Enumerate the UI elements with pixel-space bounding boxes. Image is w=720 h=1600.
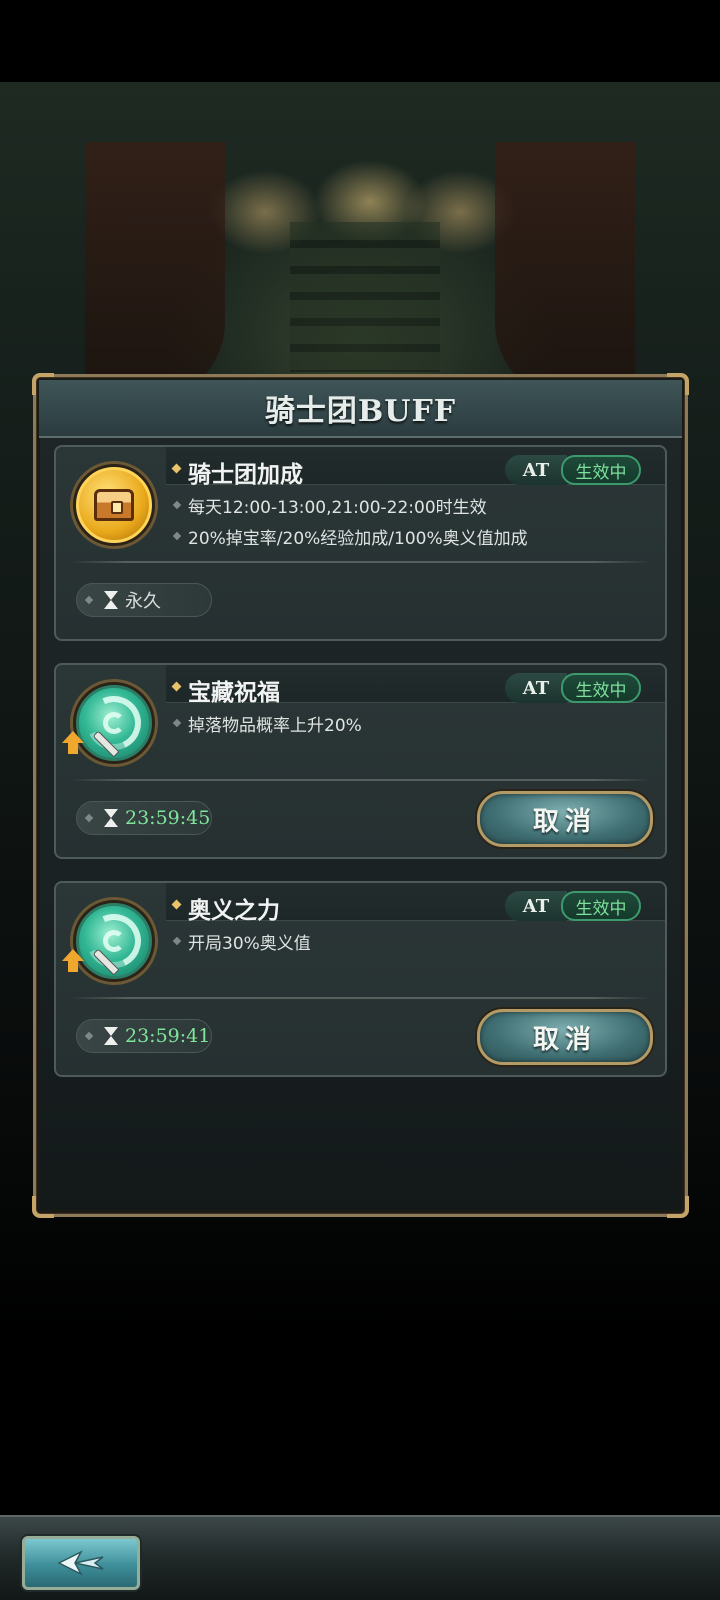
bullet-icon — [84, 595, 94, 605]
status-badge: AT 生效中 — [505, 455, 643, 485]
dialog-header: 骑士团BUFF — [39, 380, 682, 438]
at-tag: AT — [505, 673, 567, 703]
bullet-icon — [84, 813, 94, 823]
hourglass-icon — [104, 809, 118, 827]
at-tag: AT — [505, 891, 567, 921]
countdown-text: 23:59:45 — [125, 807, 211, 829]
countdown-text: 23:59:41 — [125, 1025, 211, 1047]
bullet-icon — [172, 718, 182, 728]
bullet-icon — [84, 1031, 94, 1041]
buff-card-knight-bonus: 骑士团加成 AT 生效中 每天12:00-13:00,21:00-22:00时生… — [54, 445, 667, 641]
buff-name: 宝藏祝福 — [188, 680, 280, 706]
cancel-button[interactable]: 取消 — [477, 791, 653, 847]
buff-description: 开局30%奥义值 — [188, 934, 311, 954]
countdown-pill: 23:59:41 — [76, 1019, 212, 1053]
buff-description: 掉落物品概率上升20% — [188, 716, 362, 736]
buff-card-ultimate-power: 奥义之力 AT 生效中 开局30%奥义值 23:59:41 取消 — [54, 881, 667, 1077]
duration-text: 永久 — [125, 591, 161, 612]
bookshelf — [290, 222, 440, 372]
divider — [70, 779, 651, 781]
buff-description: 每天12:00-13:00,21:00-22:00时生效 — [188, 498, 487, 518]
dialog-title: 骑士团BUFF — [264, 394, 457, 429]
knight-buff-dialog: 骑士团BUFF 骑士团加成 AT 生效中 每天12:00-13:00,21:00… — [32, 373, 689, 1218]
buff-description: 20%掉宝率/20%经验加成/100%奥义值加成 — [188, 529, 528, 549]
active-status: 生效中 — [561, 673, 641, 703]
divider — [70, 997, 651, 999]
divider — [70, 561, 651, 563]
active-status: 生效中 — [561, 891, 641, 921]
curtain-right — [495, 142, 635, 402]
at-tag: AT — [505, 455, 567, 485]
frame-corner — [32, 1196, 54, 1218]
cancel-button[interactable]: 取消 — [477, 1009, 653, 1065]
status-badge: AT 生效中 — [505, 673, 643, 703]
buff-name: 骑士团加成 — [188, 462, 303, 488]
bullet-icon — [172, 936, 182, 946]
bottom-bar — [0, 1515, 720, 1600]
frame-corner — [667, 1196, 689, 1218]
back-button[interactable] — [22, 1536, 140, 1590]
bullet-icon — [172, 500, 182, 510]
back-arrow-icon — [57, 1550, 104, 1576]
buff-name: 奥义之力 — [188, 898, 280, 924]
curtain-left — [85, 142, 225, 402]
bullet-icon — [172, 531, 182, 541]
buff-card-treasure-blessing: 宝藏祝福 AT 生效中 掉落物品概率上升20% 23:59:45 取消 — [54, 663, 667, 859]
treasure-chest-icon — [76, 467, 152, 543]
duration-pill: 永久 — [76, 583, 212, 617]
status-badge: AT 生效中 — [505, 891, 643, 921]
hourglass-icon — [104, 591, 118, 609]
buff-icon-frame — [70, 461, 158, 549]
active-status: 生效中 — [561, 455, 641, 485]
hourglass-icon — [104, 1027, 118, 1045]
countdown-pill: 23:59:45 — [76, 801, 212, 835]
